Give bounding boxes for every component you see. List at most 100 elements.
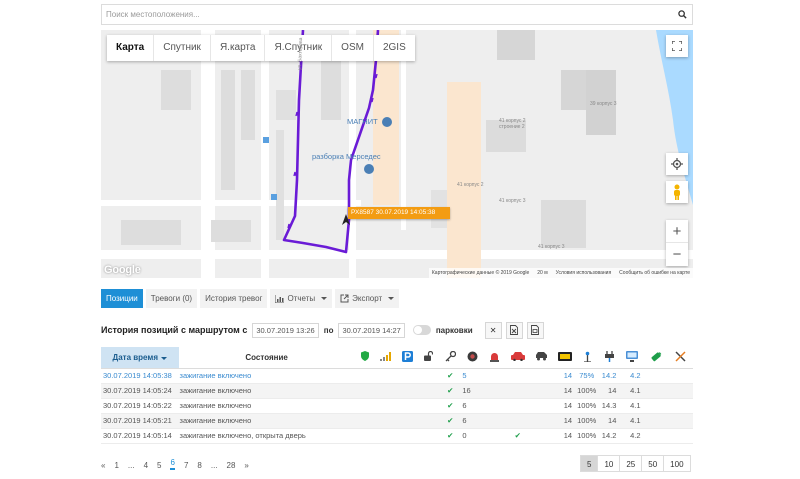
map-type-karta[interactable]: Карта <box>107 35 155 61</box>
page-link[interactable]: 8 <box>197 461 201 470</box>
siren-icon <box>490 352 500 362</box>
date-from-input[interactable]: 30.07.2019 13:26 <box>252 322 319 338</box>
tab-alarms[interactable]: Тревоги (0) <box>145 289 198 308</box>
map-type-selector: Карта Спутник Я.карта Я.Спутник OSM 2GIS <box>107 35 415 61</box>
table-row[interactable]: 30.07.2019 14:05:38 зажигание включено ✔… <box>101 368 693 384</box>
page-link[interactable]: 28 <box>227 461 236 470</box>
date-to-input[interactable]: 30.07.2019 14:27 <box>338 322 405 338</box>
date-to-label: по <box>323 325 334 335</box>
column-lock[interactable] <box>417 347 440 369</box>
tools-icon <box>675 351 686 362</box>
page-prev[interactable]: « <box>101 461 105 470</box>
cell-datetime: 30.07.2019 14:05:22 <box>101 398 179 414</box>
parking-toggle[interactable] <box>412 325 431 335</box>
table-header: Дата время Состояние <box>101 347 693 369</box>
cell-speed: 6 <box>461 413 484 429</box>
fullscreen-button[interactable] <box>666 35 688 57</box>
cell-gsm: 100% <box>576 398 599 414</box>
map-background <box>101 30 693 278</box>
page-size-5[interactable]: 5 <box>580 455 599 472</box>
bar-chart-icon <box>275 294 285 303</box>
column-datetime[interactable]: Дата время <box>101 347 179 369</box>
check-icon: ✔ <box>439 398 462 414</box>
tab-alarm-history[interactable]: История тревог <box>200 289 268 308</box>
map-type-osm[interactable]: OSM <box>332 35 374 61</box>
table-row[interactable]: 30.07.2019 14:05:14 зажигание включено, … <box>101 428 693 444</box>
page-ellipsis: ... <box>127 461 135 470</box>
column-satellites[interactable] <box>553 347 577 369</box>
map-view[interactable]: Карта Спутник Я.карта Я.Спутник OSM 2GIS… <box>101 30 693 278</box>
page-link[interactable]: 7 <box>184 461 188 470</box>
cell-state: зажигание включено <box>178 413 355 429</box>
table-row[interactable]: 30.07.2019 14:05:21 зажигание включено ✔… <box>101 413 693 429</box>
column-ignition[interactable] <box>439 347 462 369</box>
my-location-button[interactable] <box>666 153 688 175</box>
page-current[interactable]: 6 <box>170 458 175 470</box>
table-row[interactable]: 30.07.2019 14:05:22 зажигание включено ✔… <box>101 398 693 414</box>
cell-state: зажигание включено, открыта дверь <box>178 428 355 444</box>
vehicle-tooltip: РХ8587 30.07.2019 14:05:38 <box>348 207 450 219</box>
tab-positions[interactable]: Позиции <box>101 289 143 308</box>
column-device[interactable] <box>620 347 645 369</box>
export-pdf-button[interactable] <box>526 321 544 339</box>
map-type-2gis[interactable]: 2GIS <box>374 35 415 61</box>
column-battery[interactable] <box>644 347 669 369</box>
pegman-icon <box>674 184 680 200</box>
check-icon: ✔ <box>439 428 462 444</box>
column-state[interactable]: Состояние <box>178 347 355 369</box>
crosshair-icon <box>671 158 683 170</box>
parking-icon <box>401 350 413 362</box>
export-xls-button[interactable] <box>505 321 523 339</box>
column-gsm[interactable] <box>576 347 599 369</box>
cell-battery: 4.1 <box>620 398 645 414</box>
clear-button[interactable]: ✕ <box>484 321 502 339</box>
page-link[interactable]: 4 <box>144 461 148 470</box>
map-type-yandex-map[interactable]: Я.карта <box>211 35 266 61</box>
report-error-link[interactable]: Сообщить об ошибке на карте <box>619 268 690 278</box>
tab-reports[interactable]: Отчеты <box>270 289 333 308</box>
cell-battery: 4.1 <box>620 383 645 399</box>
cell-speed: 5 <box>461 368 484 384</box>
export-icon <box>340 294 349 303</box>
street-view-button[interactable] <box>666 181 688 203</box>
page-link[interactable]: 1 <box>114 461 118 470</box>
page-size-100[interactable]: 100 <box>663 455 691 472</box>
cell-voltage: 14 <box>598 383 621 399</box>
page-link[interactable]: 5 <box>157 461 161 470</box>
check-icon: ✔ <box>439 413 462 429</box>
google-logo: Google <box>104 264 141 276</box>
building-label: 41 корпус 2 <box>457 182 484 188</box>
tab-export[interactable]: Экспорт <box>335 289 400 308</box>
table-row[interactable]: 30.07.2019 14:05:24 зажигание включено ✔… <box>101 383 693 399</box>
history-title: История позиций с маршрутом с <box>101 325 248 335</box>
column-security[interactable] <box>354 347 375 369</box>
page-size-10[interactable]: 10 <box>597 455 621 472</box>
cell-battery: 4.2 <box>620 368 645 384</box>
column-parking[interactable] <box>396 347 418 369</box>
page-next[interactable]: » <box>244 461 248 470</box>
column-vehicle[interactable] <box>529 347 554 369</box>
page-size-50[interactable]: 50 <box>641 455 665 472</box>
search-button[interactable] <box>672 5 692 24</box>
terms-link[interactable]: Условия использования <box>556 268 612 278</box>
column-engine[interactable] <box>461 347 484 369</box>
map-credits: Картографические данные © 2019 Google 20… <box>428 268 693 278</box>
column-voltage[interactable] <box>598 347 621 369</box>
poi-magnit: МАГНИТ <box>347 117 378 126</box>
column-signal[interactable] <box>374 347 397 369</box>
map-type-satellite[interactable]: Спутник <box>154 35 211 61</box>
column-settings[interactable] <box>668 347 693 369</box>
column-alarm[interactable] <box>483 347 506 369</box>
cell-voltage: 14.2 <box>598 368 621 384</box>
zoom-in-button[interactable]: + <box>666 220 688 243</box>
page-size-25[interactable]: 25 <box>619 455 643 472</box>
cell-speed: 6 <box>461 398 484 414</box>
search-input[interactable] <box>102 5 672 24</box>
car-door-icon <box>510 352 525 362</box>
column-doors[interactable] <box>505 347 530 369</box>
cell-datetime: 30.07.2019 14:05:38 <box>101 368 179 384</box>
cell-gsm: 75% <box>576 368 599 384</box>
positions-table: Дата время Состояние 30.07.2019 14:05:38… <box>101 347 693 444</box>
cell-speed: 0 <box>461 428 484 444</box>
zoom-out-button[interactable]: − <box>666 243 688 266</box>
